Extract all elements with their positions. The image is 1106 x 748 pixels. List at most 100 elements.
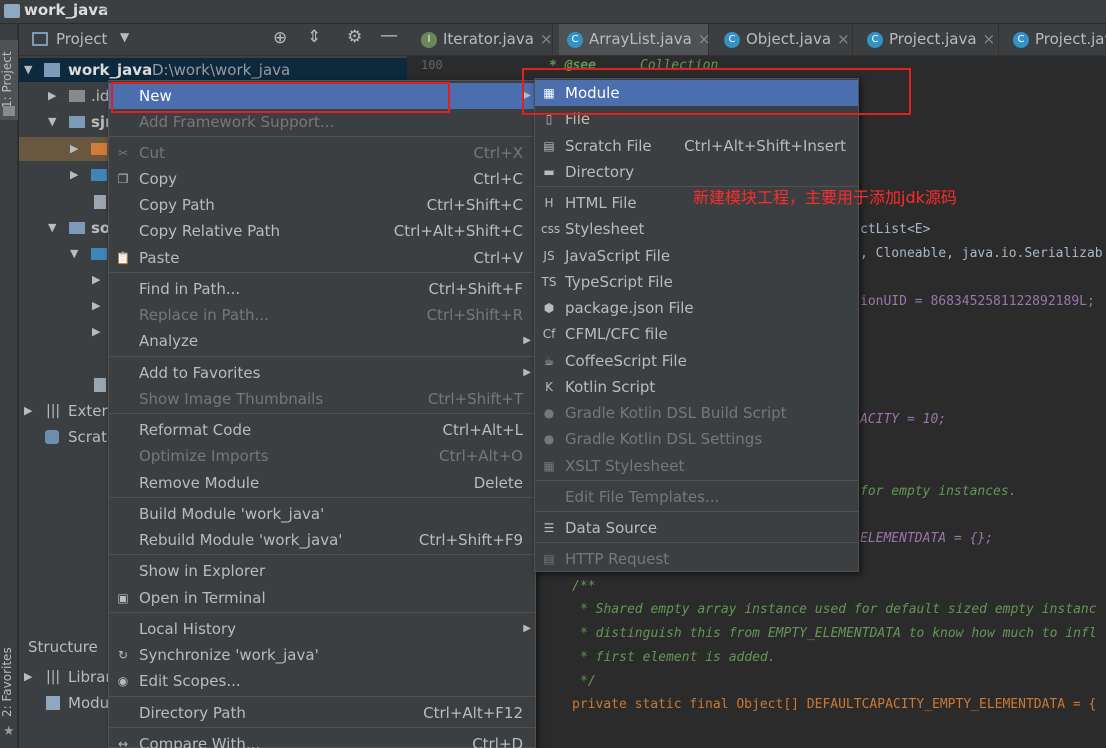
- submenu-item[interactable]: ☕ CoffeeScript File: [535, 348, 858, 374]
- submenu-item-label: Directory: [565, 163, 635, 181]
- collapsed-arrow-icon: ▶: [92, 299, 101, 312]
- context-menu-item-shortcut: Ctrl+Shift+C: [426, 196, 523, 214]
- locate-icon[interactable]: ⊕: [273, 28, 287, 48]
- tree-row[interactable]: ▶ .id: [19, 84, 109, 108]
- context-menu-item[interactable]: Optimize Imports Ctrl+Alt+O: [109, 443, 535, 469]
- submenu-item[interactable]: ● Gradle Kotlin DSL Build Script: [535, 400, 858, 426]
- context-menu-item-label: Remove Module: [139, 474, 260, 492]
- menu-separator: [109, 356, 535, 357]
- submenu-item[interactable]: ▤ HTTP Request: [535, 546, 858, 572]
- minimize-icon[interactable]: —: [380, 25, 398, 46]
- submenu-arrow-icon: ▶: [523, 623, 531, 634]
- editor-tab[interactable]: C Object.java ×: [716, 24, 853, 55]
- tree-row[interactable]: Scrato: [19, 425, 116, 449]
- close-tab-icon[interactable]: ×: [698, 30, 711, 48]
- file-icon: [94, 195, 106, 209]
- context-menu-item[interactable]: Reformat Code Ctrl+Alt+L: [109, 417, 535, 443]
- tree-row[interactable]: ▼ so: [19, 216, 110, 240]
- tree-row[interactable]: [19, 190, 109, 214]
- context-menu-item[interactable]: ❐ Copy Ctrl+C: [109, 166, 535, 192]
- tree-row-selected[interactable]: ▶: [19, 137, 109, 161]
- editor-tab[interactable]: I Iterator.java ×: [413, 24, 553, 55]
- context-menu-item[interactable]: Build Module 'work_java': [109, 501, 535, 527]
- submenu-item[interactable]: css Stylesheet: [535, 216, 858, 242]
- js-icon: JS: [543, 249, 555, 263]
- context-menu-item[interactable]: Find in Path... Ctrl+Shift+F: [109, 276, 535, 302]
- context-menu-item[interactable]: Copy Path Ctrl+Shift+C: [109, 192, 535, 218]
- context-menu-item[interactable]: ↔ Compare With... Ctrl+D: [109, 731, 535, 748]
- context-menu-item[interactable]: ▣ Open in Terminal: [109, 585, 535, 611]
- favorites-tool-tab[interactable]: 2: Favorites: [0, 642, 18, 722]
- tree-row[interactable]: ▼: [19, 242, 109, 266]
- coffee-icon: ☕: [543, 354, 555, 368]
- submenu-item[interactable]: ☰ Data Source: [535, 515, 858, 541]
- context-menu-item[interactable]: Remove Module Delete: [109, 470, 535, 496]
- collapsed-arrow-icon: ▶: [24, 404, 33, 417]
- collapse-all-icon[interactable]: ⇕: [307, 27, 321, 47]
- expand-arrow-icon: ▼: [70, 247, 79, 260]
- tree-row[interactable]: [19, 373, 109, 397]
- submenu-item[interactable]: JS JavaScript File: [535, 243, 858, 269]
- tree-row[interactable]: ▶: [19, 320, 109, 344]
- project-view-selector[interactable]: Project: [56, 30, 107, 48]
- context-menu-item-label: Find in Path...: [139, 280, 241, 298]
- context-menu-item[interactable]: Directory Path Ctrl+Alt+F12: [109, 700, 535, 726]
- editor-tab[interactable]: C ArrayList.java ×: [559, 24, 711, 55]
- context-menu-item[interactable]: Copy Relative Path Ctrl+Alt+Shift+C: [109, 218, 535, 244]
- paste-icon: 📋: [115, 251, 131, 265]
- editor-tab[interactable]: C Project.jav: [1005, 24, 1106, 55]
- ts-icon: TS: [541, 275, 557, 289]
- gear-icon[interactable]: ⚙: [347, 27, 362, 47]
- context-menu-item-shortcut: Ctrl+Alt+F12: [423, 704, 523, 722]
- submenu-item[interactable]: ▦ XSLT Stylesheet: [535, 453, 858, 479]
- context-menu-item[interactable]: ↻ Synchronize 'work_java': [109, 642, 535, 668]
- editor-tab[interactable]: C Project.java ×: [859, 24, 999, 55]
- close-tab-icon[interactable]: ×: [540, 30, 553, 48]
- menu-separator: [109, 272, 535, 273]
- context-menu-item[interactable]: ◉ Edit Scopes...: [109, 668, 535, 694]
- submenu-arrow-icon: ▶: [523, 335, 531, 346]
- submenu-item[interactable]: Edit File Templates...: [535, 484, 858, 510]
- context-menu-item[interactable]: Show in Explorer: [109, 558, 535, 584]
- title-bar: work_java ›: [0, 0, 1106, 24]
- tree-row[interactable]: ▶ ||| Extern: [19, 399, 117, 423]
- context-menu-item-label: Compare With...: [139, 735, 261, 748]
- gradle-icon: ●: [543, 406, 555, 420]
- submenu-item[interactable]: ▤ Scratch File Ctrl+Alt+Shift+Insert: [535, 133, 858, 159]
- context-menu-item-label: Directory Path: [139, 704, 246, 722]
- submenu-item[interactable]: ▬ Directory: [535, 159, 858, 185]
- submenu-item[interactable]: ● Gradle Kotlin DSL Settings: [535, 426, 858, 452]
- context-menu-item[interactable]: Analyze ▶: [109, 328, 535, 354]
- tree-row[interactable]: ▶: [19, 294, 109, 318]
- context-menu-item[interactable]: 📋 Paste Ctrl+V: [109, 245, 535, 271]
- close-tab-icon[interactable]: ×: [837, 30, 850, 48]
- context-menu-item-shortcut: Ctrl+Shift+F9: [418, 531, 523, 549]
- context-menu-item[interactable]: Show Image Thumbnails Ctrl+Shift+T: [109, 386, 535, 412]
- context-menu-item-shortcut: Ctrl+X: [473, 144, 523, 162]
- tree-root-row[interactable]: ▼ work_java D:\work\work_java: [19, 58, 407, 82]
- folder-icon: [91, 169, 107, 181]
- class-icon: C: [867, 32, 883, 48]
- context-menu-item[interactable]: Replace in Path... Ctrl+Shift+R: [109, 302, 535, 328]
- tree-row[interactable]: ▶ ||| Librar: [19, 665, 112, 689]
- tree-row[interactable]: Modu: [19, 691, 109, 715]
- submenu-item[interactable]: ⬢ package.json File: [535, 295, 858, 321]
- structure-section-label[interactable]: Structure: [28, 638, 98, 656]
- tree-row[interactable]: ▶: [19, 268, 109, 292]
- context-menu-item[interactable]: Local History ▶: [109, 616, 535, 642]
- context-menu-item[interactable]: ✂ Cut Ctrl+X: [109, 140, 535, 166]
- code-uid-fragment: ionUID = 8683452581122892189L;: [860, 294, 1095, 309]
- tree-row[interactable]: ▶: [19, 163, 109, 187]
- view-dropdown-icon[interactable]: ▼: [120, 30, 129, 44]
- context-menu-item[interactable]: Rebuild Module 'work_java' Ctrl+Shift+F9: [109, 527, 535, 553]
- context-menu-item[interactable]: Add to Favorites ▶: [109, 360, 535, 386]
- submenu-item[interactable]: TS TypeScript File: [535, 269, 858, 295]
- submenu-item[interactable]: K Kotlin Script: [535, 374, 858, 400]
- kotlin-icon: K: [545, 380, 553, 394]
- submenu-item-label: HTTP Request: [565, 550, 670, 568]
- tree-row[interactable]: ▼ sjr: [19, 110, 112, 134]
- menu-separator: [109, 497, 535, 498]
- submenu-item[interactable]: Cf CFML/CFC file: [535, 321, 858, 347]
- context-menu-item-label: Cut: [139, 144, 165, 162]
- close-tab-icon[interactable]: ×: [983, 30, 996, 48]
